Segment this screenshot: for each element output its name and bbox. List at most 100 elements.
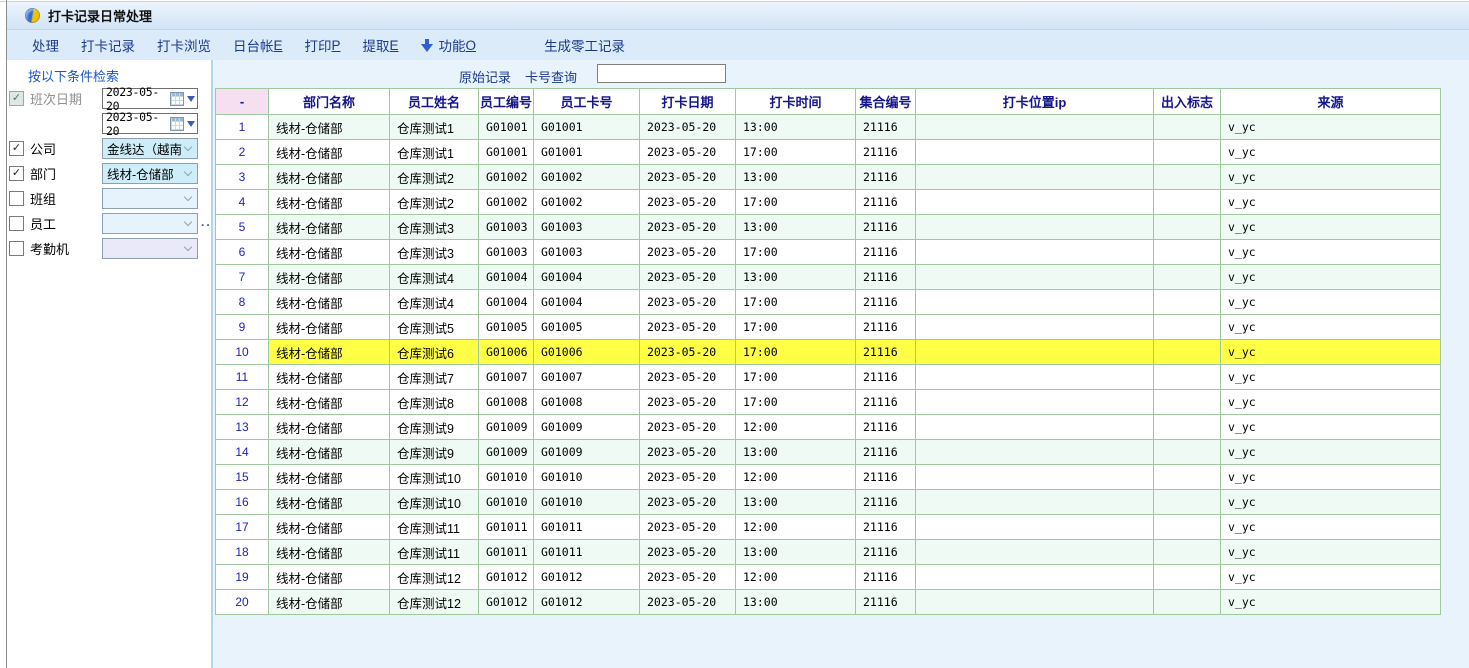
- table-cell[interactable]: 2023-05-20: [640, 540, 736, 565]
- column-header-6[interactable]: 打卡时间: [736, 89, 856, 115]
- table-cell[interactable]: 2023-05-20: [640, 415, 736, 440]
- menu-item-print[interactable]: 打印P: [294, 32, 352, 58]
- table-cell[interactable]: G01002: [534, 165, 640, 190]
- table-cell[interactable]: v_yc: [1221, 165, 1441, 190]
- table-cell[interactable]: [1154, 190, 1221, 215]
- table-cell[interactable]: 2023-05-20: [640, 590, 736, 615]
- menu-item-process[interactable]: 处理: [21, 32, 70, 58]
- table-cell[interactable]: 2023-05-20: [640, 165, 736, 190]
- table-cell[interactable]: v_yc: [1221, 190, 1441, 215]
- row-number-cell[interactable]: 9: [216, 315, 269, 340]
- table-cell[interactable]: v_yc: [1221, 265, 1441, 290]
- row-number-cell[interactable]: 1: [216, 115, 269, 140]
- menu-item-functions[interactable]: 功能O: [410, 32, 488, 58]
- employee-select[interactable]: [102, 213, 198, 234]
- table-cell[interactable]: 17:00: [736, 390, 856, 415]
- table-cell[interactable]: [1154, 165, 1221, 190]
- table-cell[interactable]: [916, 215, 1154, 240]
- table-cell[interactable]: 17:00: [736, 240, 856, 265]
- row-number-cell[interactable]: 11: [216, 365, 269, 390]
- table-cell[interactable]: G01004: [534, 265, 640, 290]
- table-cell[interactable]: 12:00: [736, 565, 856, 590]
- table-cell[interactable]: G01012: [479, 565, 534, 590]
- column-header-10[interactable]: 来源: [1221, 89, 1441, 115]
- table-cell[interactable]: 13:00: [736, 440, 856, 465]
- table-cell[interactable]: v_yc: [1221, 415, 1441, 440]
- table-cell[interactable]: 12:00: [736, 415, 856, 440]
- table-cell[interactable]: 线材-仓储部: [269, 565, 390, 590]
- table-cell[interactable]: 12:00: [736, 515, 856, 540]
- machine-checkbox[interactable]: [9, 241, 24, 256]
- row-number-cell[interactable]: 4: [216, 190, 269, 215]
- employee-checkbox[interactable]: [9, 216, 24, 231]
- table-row[interactable]: 4线材-仓储部仓库测试2G01002G010022023-05-2017:002…: [216, 190, 1441, 215]
- table-cell[interactable]: G01002: [479, 190, 534, 215]
- table-cell[interactable]: v_yc: [1221, 340, 1441, 365]
- table-cell[interactable]: 21116: [856, 315, 916, 340]
- table-cell[interactable]: 仓库测试7: [390, 365, 479, 390]
- table-cell[interactable]: G01012: [534, 565, 640, 590]
- row-number-cell[interactable]: 16: [216, 490, 269, 515]
- table-cell[interactable]: 17:00: [736, 140, 856, 165]
- table-cell[interactable]: 21116: [856, 340, 916, 365]
- table-cell[interactable]: 2023-05-20: [640, 315, 736, 340]
- table-cell[interactable]: 21116: [856, 165, 916, 190]
- table-row[interactable]: 15线材-仓储部仓库测试10G01010G010102023-05-2012:0…: [216, 465, 1441, 490]
- table-cell[interactable]: 21116: [856, 565, 916, 590]
- table-cell[interactable]: 仓库测试2: [390, 190, 479, 215]
- table-cell[interactable]: G01011: [479, 515, 534, 540]
- table-cell[interactable]: 2023-05-20: [640, 265, 736, 290]
- table-cell[interactable]: v_yc: [1221, 140, 1441, 165]
- table-row[interactable]: 10线材-仓储部仓库测试6G01006G010062023-05-2017:00…: [216, 340, 1441, 365]
- table-cell[interactable]: 仓库测试6: [390, 340, 479, 365]
- table-cell[interactable]: G01005: [534, 315, 640, 340]
- table-cell[interactable]: 21116: [856, 265, 916, 290]
- table-cell[interactable]: G01009: [479, 440, 534, 465]
- table-row[interactable]: 7线材-仓储部仓库测试4G01004G010042023-05-2013:002…: [216, 265, 1441, 290]
- table-cell[interactable]: 仓库测试3: [390, 215, 479, 240]
- table-cell[interactable]: 仓库测试4: [390, 290, 479, 315]
- row-number-cell[interactable]: 17: [216, 515, 269, 540]
- table-cell[interactable]: [1154, 465, 1221, 490]
- table-row[interactable]: 3线材-仓储部仓库测试2G01002G010022023-05-2013:002…: [216, 165, 1441, 190]
- table-cell[interactable]: 线材-仓储部: [269, 215, 390, 240]
- table-cell[interactable]: 12:00: [736, 465, 856, 490]
- table-cell[interactable]: 21116: [856, 290, 916, 315]
- table-cell[interactable]: 13:00: [736, 540, 856, 565]
- table-cell[interactable]: 21116: [856, 215, 916, 240]
- table-cell[interactable]: G01012: [479, 590, 534, 615]
- table-row[interactable]: 9线材-仓储部仓库测试5G01005G010052023-05-2017:002…: [216, 315, 1441, 340]
- table-row[interactable]: 12线材-仓储部仓库测试8G01008G010082023-05-2017:00…: [216, 390, 1441, 415]
- table-cell[interactable]: 13:00: [736, 165, 856, 190]
- table-cell[interactable]: [1154, 515, 1221, 540]
- row-number-cell[interactable]: 6: [216, 240, 269, 265]
- table-cell[interactable]: G01011: [534, 540, 640, 565]
- table-cell[interactable]: G01003: [534, 215, 640, 240]
- table-cell[interactable]: 17:00: [736, 365, 856, 390]
- table-cell[interactable]: G01001: [479, 115, 534, 140]
- table-cell[interactable]: G01010: [479, 490, 534, 515]
- table-cell[interactable]: G01006: [479, 340, 534, 365]
- table-cell[interactable]: 仓库测试10: [390, 490, 479, 515]
- table-cell[interactable]: [1154, 390, 1221, 415]
- table-row[interactable]: 5线材-仓储部仓库测试3G01003G010032023-05-2013:002…: [216, 215, 1441, 240]
- shift-date-checkbox[interactable]: [9, 91, 24, 106]
- table-cell[interactable]: 17:00: [736, 290, 856, 315]
- table-cell[interactable]: [1154, 540, 1221, 565]
- table-cell[interactable]: G01002: [479, 165, 534, 190]
- table-cell[interactable]: v_yc: [1221, 590, 1441, 615]
- row-number-cell[interactable]: 12: [216, 390, 269, 415]
- menu-item-generate-parttime-records[interactable]: 生成零工记录: [533, 32, 636, 58]
- table-cell[interactable]: G01005: [479, 315, 534, 340]
- row-number-cell[interactable]: 5: [216, 215, 269, 240]
- table-cell[interactable]: 仓库测试9: [390, 415, 479, 440]
- table-cell[interactable]: [916, 365, 1154, 390]
- table-cell[interactable]: [1154, 415, 1221, 440]
- table-cell[interactable]: [916, 240, 1154, 265]
- table-cell[interactable]: v_yc: [1221, 565, 1441, 590]
- table-cell[interactable]: 21116: [856, 590, 916, 615]
- table-cell[interactable]: 21116: [856, 365, 916, 390]
- table-row[interactable]: 11线材-仓储部仓库测试7G01007G010072023-05-2017:00…: [216, 365, 1441, 390]
- table-row[interactable]: 18线材-仓储部仓库测试11G01011G010112023-05-2013:0…: [216, 540, 1441, 565]
- table-cell[interactable]: 仓库测试1: [390, 115, 479, 140]
